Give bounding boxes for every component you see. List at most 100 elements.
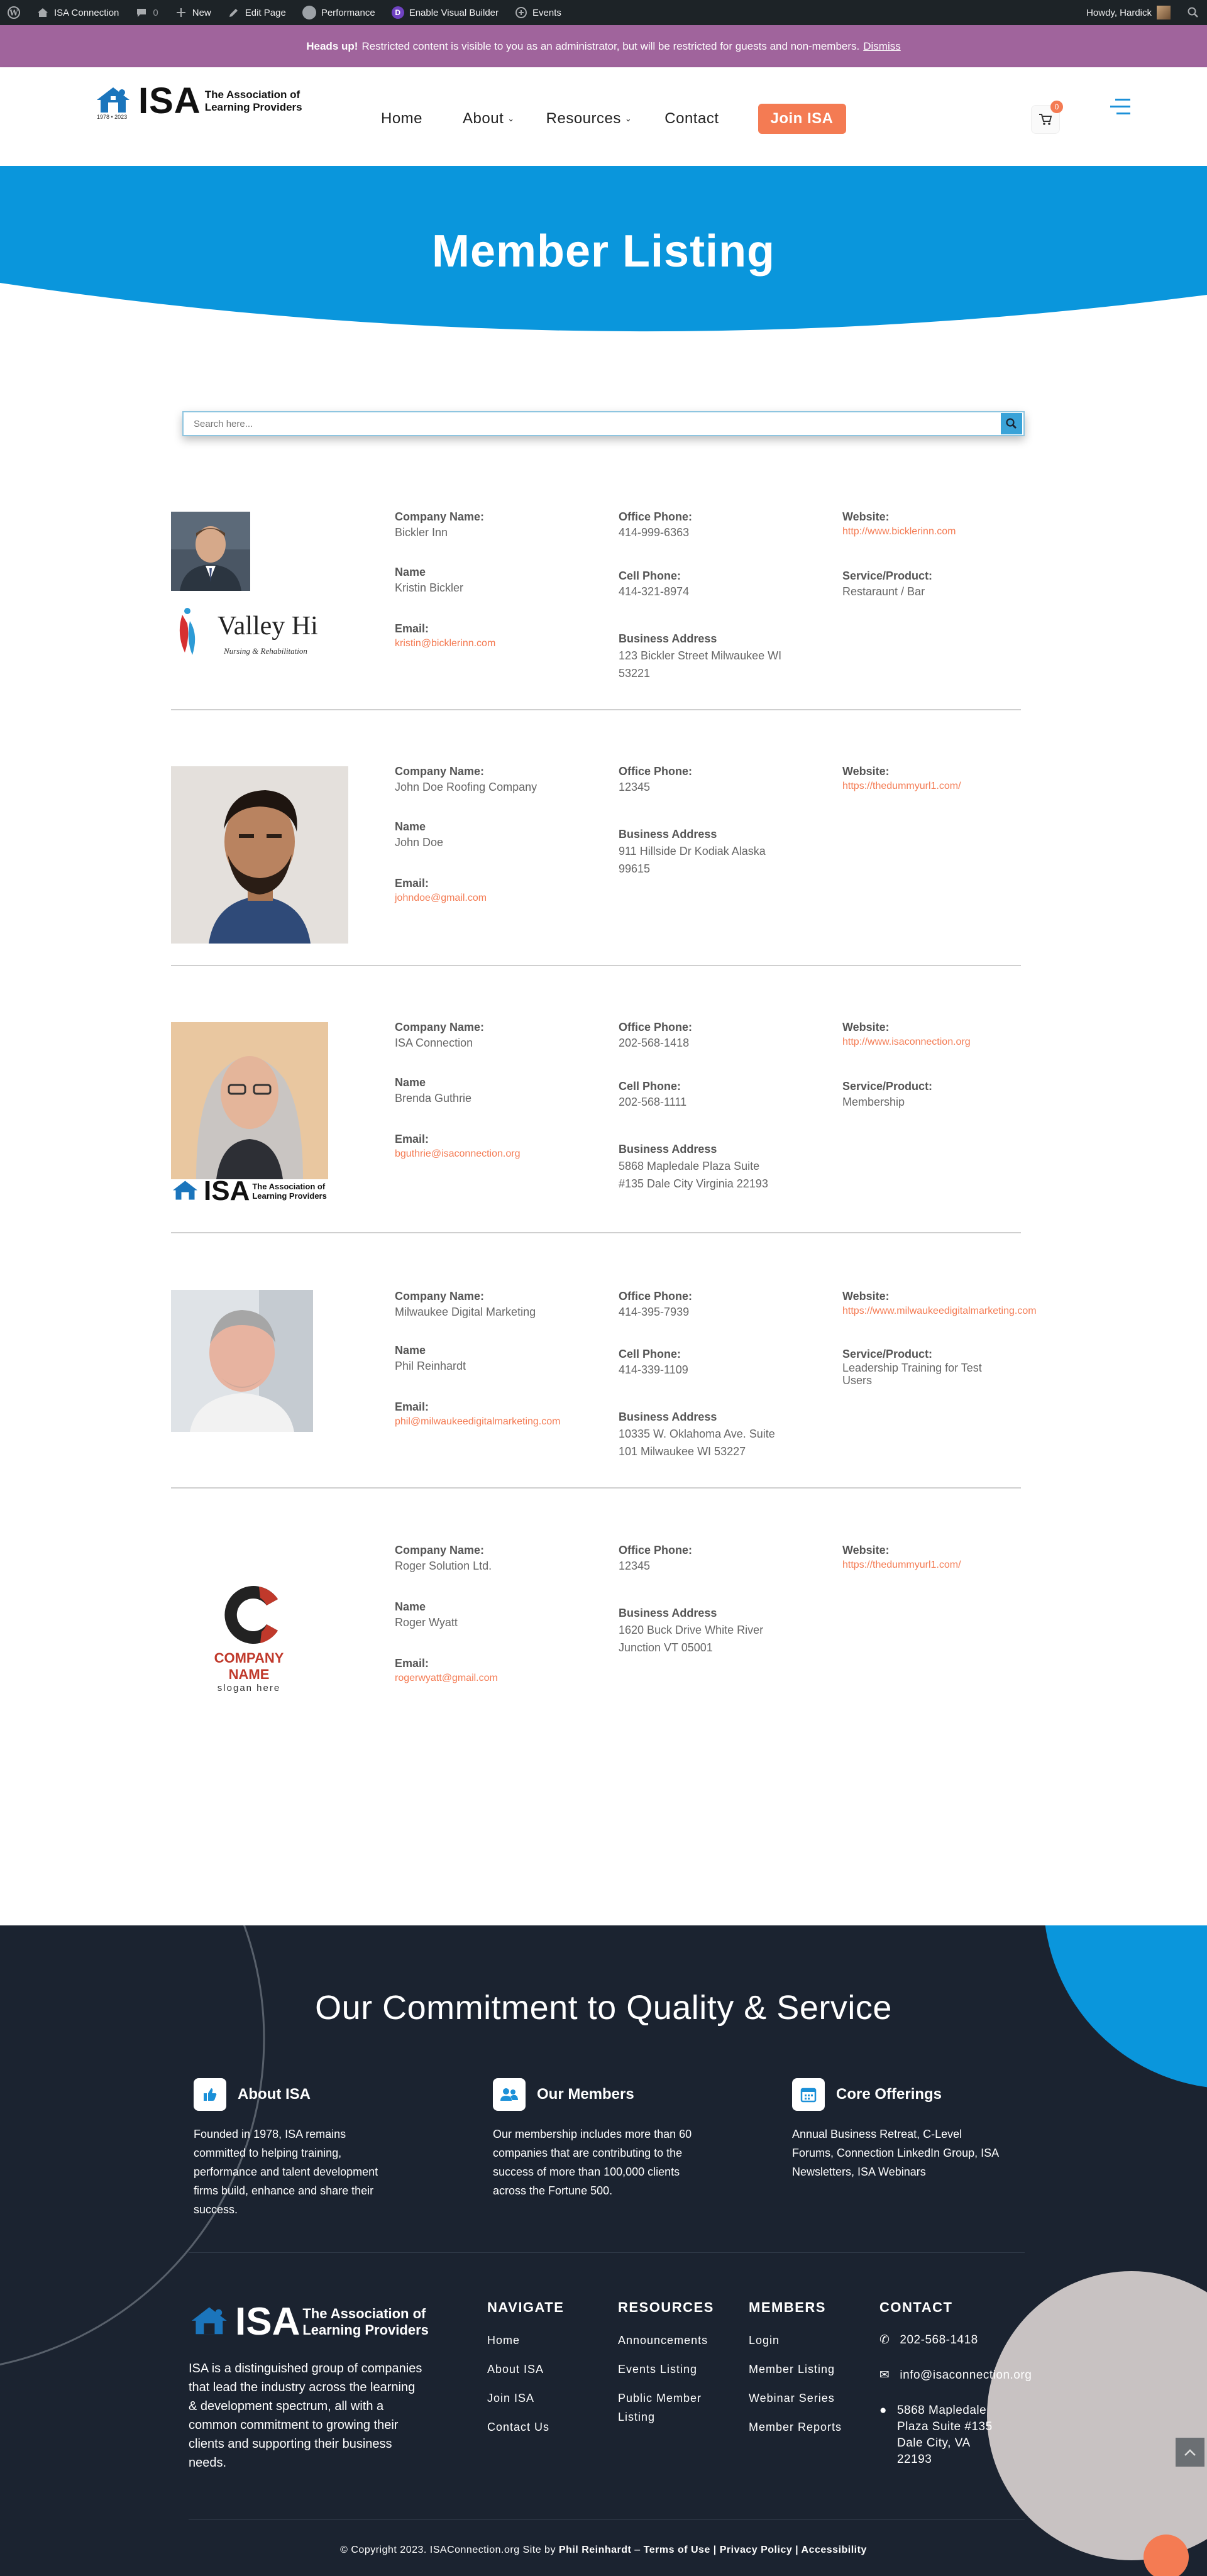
member-card: Company Name: Milwaukee Digital Marketin…	[171, 1289, 1037, 1489]
website-link[interactable]: https://thedummyurl1.com/	[842, 1558, 961, 1573]
company-logo-text: COMPANY NAME	[214, 1650, 284, 1682]
cell-phone-field: Cell Phone: 414-321-8974	[619, 568, 689, 600]
back-to-top-button[interactable]	[1176, 2438, 1204, 2467]
office-phone-field: Office Phone: 12345	[619, 1543, 692, 1574]
footer-link-home[interactable]: Home	[487, 2332, 564, 2348]
footer-link-announcements[interactable]: Announcements	[618, 2332, 714, 2348]
cell-phone-value: 202-568-1111	[619, 1096, 687, 1108]
email-link[interactable]: kristin@bicklerinn.com	[395, 636, 495, 651]
address-line-1: 10335 W. Oklahoma Ave. Suite	[619, 1428, 775, 1440]
email-link[interactable]: johndoe@gmail.com	[395, 891, 487, 906]
logo-line-2: Learning Providers	[204, 101, 302, 113]
author-link[interactable]: Phil Reinhardt	[559, 2545, 631, 2555]
email-link[interactable]: phil@milwaukeedigitalmarketing.com	[395, 1414, 560, 1429]
footer-link-reports[interactable]: Member Reports	[749, 2419, 842, 2435]
footer-logo-line-2: Learning Providers	[302, 2322, 429, 2338]
comments-link[interactable]: 0	[135, 6, 158, 19]
site-name: ISA Connection	[54, 7, 119, 18]
accessibility-link[interactable]: Accessibility	[802, 2545, 867, 2555]
address-label: Business Address	[619, 1143, 717, 1155]
website-label: Website:	[842, 765, 890, 778]
footer-description-line: needs.	[189, 2456, 227, 2470]
company-logo: ISA The Association of Learning Provider…	[171, 1174, 353, 1208]
website-field: Website: http://www.bicklerinn.com	[842, 509, 956, 539]
company-field: Company Name: Bickler Inn	[395, 509, 484, 541]
site-footer: Our Commitment to Quality & Service Abou…	[0, 1925, 1207, 2576]
join-isa-button[interactable]: Join ISA	[758, 104, 846, 134]
feature-offerings: Core Offerings Annual Business Retreat, …	[792, 2078, 1037, 2181]
edit-page-link[interactable]: Edit Page	[228, 6, 286, 19]
website-link[interactable]: http://www.isaconnection.org	[842, 1035, 971, 1050]
nav-home[interactable]: Home	[381, 110, 422, 128]
website-field: Website: https://thedummyurl1.com/	[842, 764, 961, 794]
service-label: Service/Product:	[842, 1348, 933, 1360]
nav-contact[interactable]: Contact	[664, 110, 719, 128]
email-link[interactable]: rogerwyatt@gmail.com	[395, 1671, 498, 1686]
website-link[interactable]: https://thedummyurl1.com/	[842, 779, 961, 794]
site-name-link[interactable]: ISA Connection	[36, 6, 119, 19]
email-field: Email: johndoe@gmail.com	[395, 876, 487, 906]
name-field: Name Roger Wyatt	[395, 1599, 458, 1631]
cell-phone-label: Cell Phone:	[619, 1080, 681, 1093]
search-input[interactable]	[184, 412, 1001, 435]
nav-resources-label: Resources	[546, 110, 621, 127]
nav-about[interactable]: About ⌄	[463, 110, 515, 128]
email-link[interactable]: bguthrie@isaconnection.org	[395, 1147, 520, 1162]
cell-phone-label: Cell Phone:	[619, 570, 681, 582]
footer-link-contact[interactable]: Contact Us	[487, 2419, 564, 2435]
email-field: Email: kristin@bicklerinn.com	[395, 621, 495, 651]
wordpress-menu[interactable]: W	[8, 6, 20, 19]
cart-icon	[1039, 114, 1052, 125]
footer-logo-mark-icon	[192, 2307, 227, 2335]
footer-phone[interactable]: ✆ 202-568-1418	[879, 2332, 1032, 2348]
footer-link-events[interactable]: Events Listing	[618, 2361, 714, 2377]
name-label: Name	[395, 820, 426, 833]
office-phone-label: Office Phone:	[619, 1021, 693, 1033]
footer-link-join[interactable]: Join ISA	[487, 2390, 564, 2406]
performance-icon	[302, 6, 316, 19]
events-link[interactable]: Events	[515, 6, 561, 19]
cart-button[interactable]: 0	[1031, 101, 1063, 134]
address-line-1: 123 Bickler Street Milwaukee WI	[619, 649, 782, 662]
name-value: Phil Reinhardt	[395, 1360, 466, 1372]
cell-phone-value: 414-339-1109	[619, 1363, 688, 1376]
footer-email[interactable]: ✉ info@isaconnection.org	[879, 2367, 1032, 2384]
footer-navigate: NAVIGATE Home About ISA Join ISA Contact…	[487, 2299, 564, 2448]
privacy-link[interactable]: Privacy Policy	[720, 2545, 793, 2555]
company-value: Milwaukee Digital Marketing	[395, 1306, 536, 1318]
website-link[interactable]: http://www.bicklerinn.com	[842, 524, 956, 539]
terms-link[interactable]: Terms of Use	[644, 2545, 710, 2555]
footer-link-public-member-listing[interactable]: Public Member Listing	[618, 2390, 714, 2425]
cell-phone-field: Cell Phone: 202-568-1111	[619, 1079, 686, 1110]
performance-link[interactable]: Performance	[302, 6, 375, 19]
footer-link-login[interactable]: Login	[749, 2332, 842, 2348]
user-menu[interactable]: Howdy, Hardick	[1086, 6, 1171, 19]
cell-phone-field: Cell Phone: 414-339-1109	[619, 1346, 688, 1378]
office-phone-field: Office Phone: 414-395-7939	[619, 1289, 692, 1320]
footer-contact: CONTACT ✆ 202-568-1418 ✉ info@isaconnect…	[879, 2299, 1032, 2487]
comment-icon	[137, 9, 146, 17]
feature-text: Annual Business Retreat, C-Level Forums,…	[792, 2125, 1037, 2181]
footer-logo[interactable]: ISA The Association of Learning Provider…	[189, 2303, 429, 2342]
svg-text:W: W	[9, 9, 18, 18]
nav-resources[interactable]: Resources ⌄	[546, 110, 632, 128]
new-content-link[interactable]: New	[175, 6, 211, 19]
name-field: Name Kristin Bickler	[395, 564, 463, 596]
feature-members: Our Members Our membership includes more…	[493, 2078, 738, 2200]
footer-link-webinars[interactable]: Webinar Series	[749, 2390, 842, 2406]
website-link[interactable]: https://www.milwaukeedigitalmarketing.co…	[842, 1304, 1037, 1319]
office-phone-label: Office Phone:	[619, 510, 693, 523]
menu-toggle[interactable]	[1110, 96, 1135, 121]
search-button[interactable]	[1001, 413, 1022, 434]
office-phone-field: Office Phone: 12345	[619, 764, 692, 795]
service-field: Service/Product: Leadership Training for…	[842, 1346, 982, 1387]
feature-text-line: success.	[194, 2203, 238, 2216]
site-logo[interactable]: 1978 • 2023 ISA The Association of Learn…	[94, 83, 302, 120]
visual-builder-link[interactable]: D Enable Visual Builder	[391, 6, 499, 19]
admin-search[interactable]	[1187, 6, 1199, 19]
dismiss-link[interactable]: Dismiss	[863, 40, 901, 53]
isa-logo-line-1: The Association of	[252, 1182, 326, 1191]
footer-address-line: 5868 Mapledale	[896, 2404, 987, 2417]
footer-link-member-listing[interactable]: Member Listing	[749, 2361, 842, 2377]
footer-link-about[interactable]: About ISA	[487, 2361, 564, 2377]
